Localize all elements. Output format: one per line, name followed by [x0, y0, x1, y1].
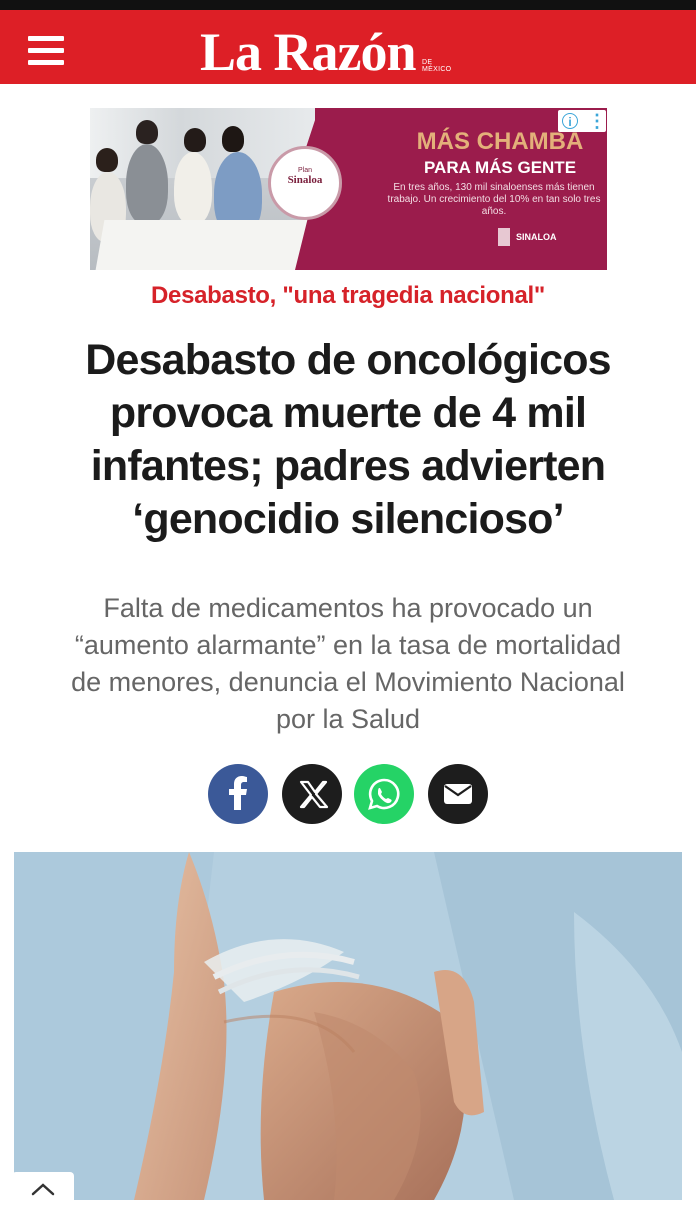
- share-email-button[interactable]: [428, 764, 488, 824]
- scroll-to-top-button[interactable]: [12, 1172, 74, 1212]
- headline-line: ‘genocidio silencioso’: [132, 495, 564, 543]
- headline-line: provoca muerte de 4 mil: [109, 389, 587, 437]
- ad-subheadline: PARA MÁS GENTE: [423, 158, 577, 177]
- chevron-up-icon: [31, 1183, 55, 1196]
- ad-body-text: En tres años, 130 mil sinaloenses más ti…: [387, 182, 601, 217]
- hamburger-menu-icon[interactable]: [28, 36, 64, 66]
- subhead-line: Falta de medicamentos ha provocado un: [103, 593, 593, 623]
- share-whatsapp-button[interactable]: [354, 764, 414, 824]
- facebook-icon: [229, 776, 247, 810]
- whatsapp-icon: [368, 778, 400, 810]
- headline-line: infantes; padres advierten: [90, 442, 606, 490]
- site-logo[interactable]: La Razón DE MÉXICO: [200, 22, 451, 82]
- ad-footer: SINALOA: [516, 232, 557, 242]
- share-facebook-button[interactable]: [208, 764, 268, 824]
- article-hero-image: [14, 852, 682, 1200]
- share-x-button[interactable]: [282, 764, 342, 824]
- sinaloa-crest-icon: [498, 228, 510, 246]
- subhead-line: por la Salud: [275, 704, 421, 734]
- subhead-line: “aumento alarmante” en la tasa de mortal…: [74, 630, 622, 660]
- subhead-line: de menores, denuncia el Movimiento Nacio…: [71, 667, 625, 697]
- ad-seal: Plan Sinaloa: [268, 146, 342, 220]
- article-subheadline: Falta de medicamentos ha provocado un “a…: [20, 590, 676, 738]
- info-icon[interactable]: i: [562, 113, 578, 129]
- brand-name: La Razón: [200, 22, 417, 82]
- hospital-hand-photo: [14, 852, 682, 1200]
- article-kicker[interactable]: Desabasto, "una tragedia nacional": [0, 282, 696, 310]
- article-headline: Desabasto de oncológicos provoca muerte …: [18, 334, 678, 546]
- site-header: La Razón DE MÉXICO: [0, 10, 696, 84]
- more-vertical-icon[interactable]: ⋮: [588, 110, 606, 132]
- ad-headline: MÁS CHAMBA: [416, 128, 584, 155]
- status-bar: [0, 0, 696, 10]
- email-icon: [444, 784, 472, 804]
- headline-line: Desabasto de oncológicos: [85, 336, 611, 384]
- x-icon: [299, 780, 329, 809]
- brand-tagline: DE MÉXICO: [422, 59, 452, 73]
